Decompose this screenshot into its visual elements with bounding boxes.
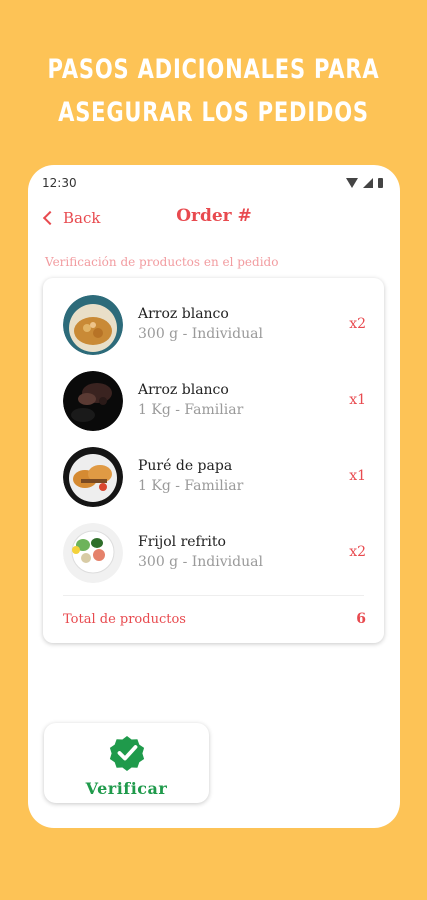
promo-headline-line1: PASOS ADICIONALES PARA	[47, 54, 380, 85]
battery-icon	[378, 178, 383, 188]
product-image-burger-plate	[63, 447, 123, 507]
product-image-dark-dish	[63, 371, 123, 431]
check-badge-icon	[109, 736, 145, 771]
product-item[interactable]: Frijol refrito 300 g - Individual x2	[43, 521, 384, 597]
total-value: 6	[356, 611, 366, 627]
wifi-icon	[346, 178, 358, 188]
status-icons	[346, 178, 383, 188]
product-qty: x1	[349, 392, 366, 408]
product-qty: x1	[349, 468, 366, 484]
verify-button[interactable]: Verificar	[44, 723, 209, 803]
product-image-rice-bowl	[63, 295, 123, 355]
promo-headline: PASOS ADICIONALES PARA ASEGURAR LOS PEDI…	[47, 48, 380, 134]
section-title: Verificación de productos en el pedido	[45, 255, 279, 269]
product-detail: 1 Kg - Familiar	[138, 402, 244, 418]
product-item[interactable]: Arroz blanco 300 g - Individual x2	[43, 293, 384, 369]
promo-headline-line2: ASEGURAR LOS PEDIDOS	[58, 97, 369, 128]
status-time: 12:30	[42, 176, 77, 190]
product-detail: 300 g - Individual	[138, 326, 263, 342]
products-card: Arroz blanco 300 g - Individual x2 Arroz…	[43, 278, 384, 643]
verify-label: Verificar	[85, 779, 168, 798]
signal-icon	[363, 178, 373, 188]
product-qty: x2	[349, 316, 366, 332]
product-image-salad-bowl	[63, 523, 123, 583]
product-item[interactable]: Arroz blanco 1 Kg - Familiar x1	[43, 369, 384, 445]
total-label: Total de productos	[63, 612, 186, 627]
product-qty: x2	[349, 544, 366, 560]
phone-screen: 12:30 Back Order # Verificación de produ…	[28, 165, 400, 828]
product-item[interactable]: Puré de papa 1 Kg - Familiar x1	[43, 445, 384, 521]
product-name: Puré de papa	[138, 458, 233, 474]
product-detail: 1 Kg - Familiar	[138, 478, 244, 494]
product-name: Frijol refrito	[138, 534, 226, 550]
divider	[63, 595, 364, 596]
product-name: Arroz blanco	[138, 382, 229, 398]
product-name: Arroz blanco	[138, 306, 229, 322]
product-detail: 300 g - Individual	[138, 554, 263, 570]
page-title: Order #	[176, 206, 252, 226]
